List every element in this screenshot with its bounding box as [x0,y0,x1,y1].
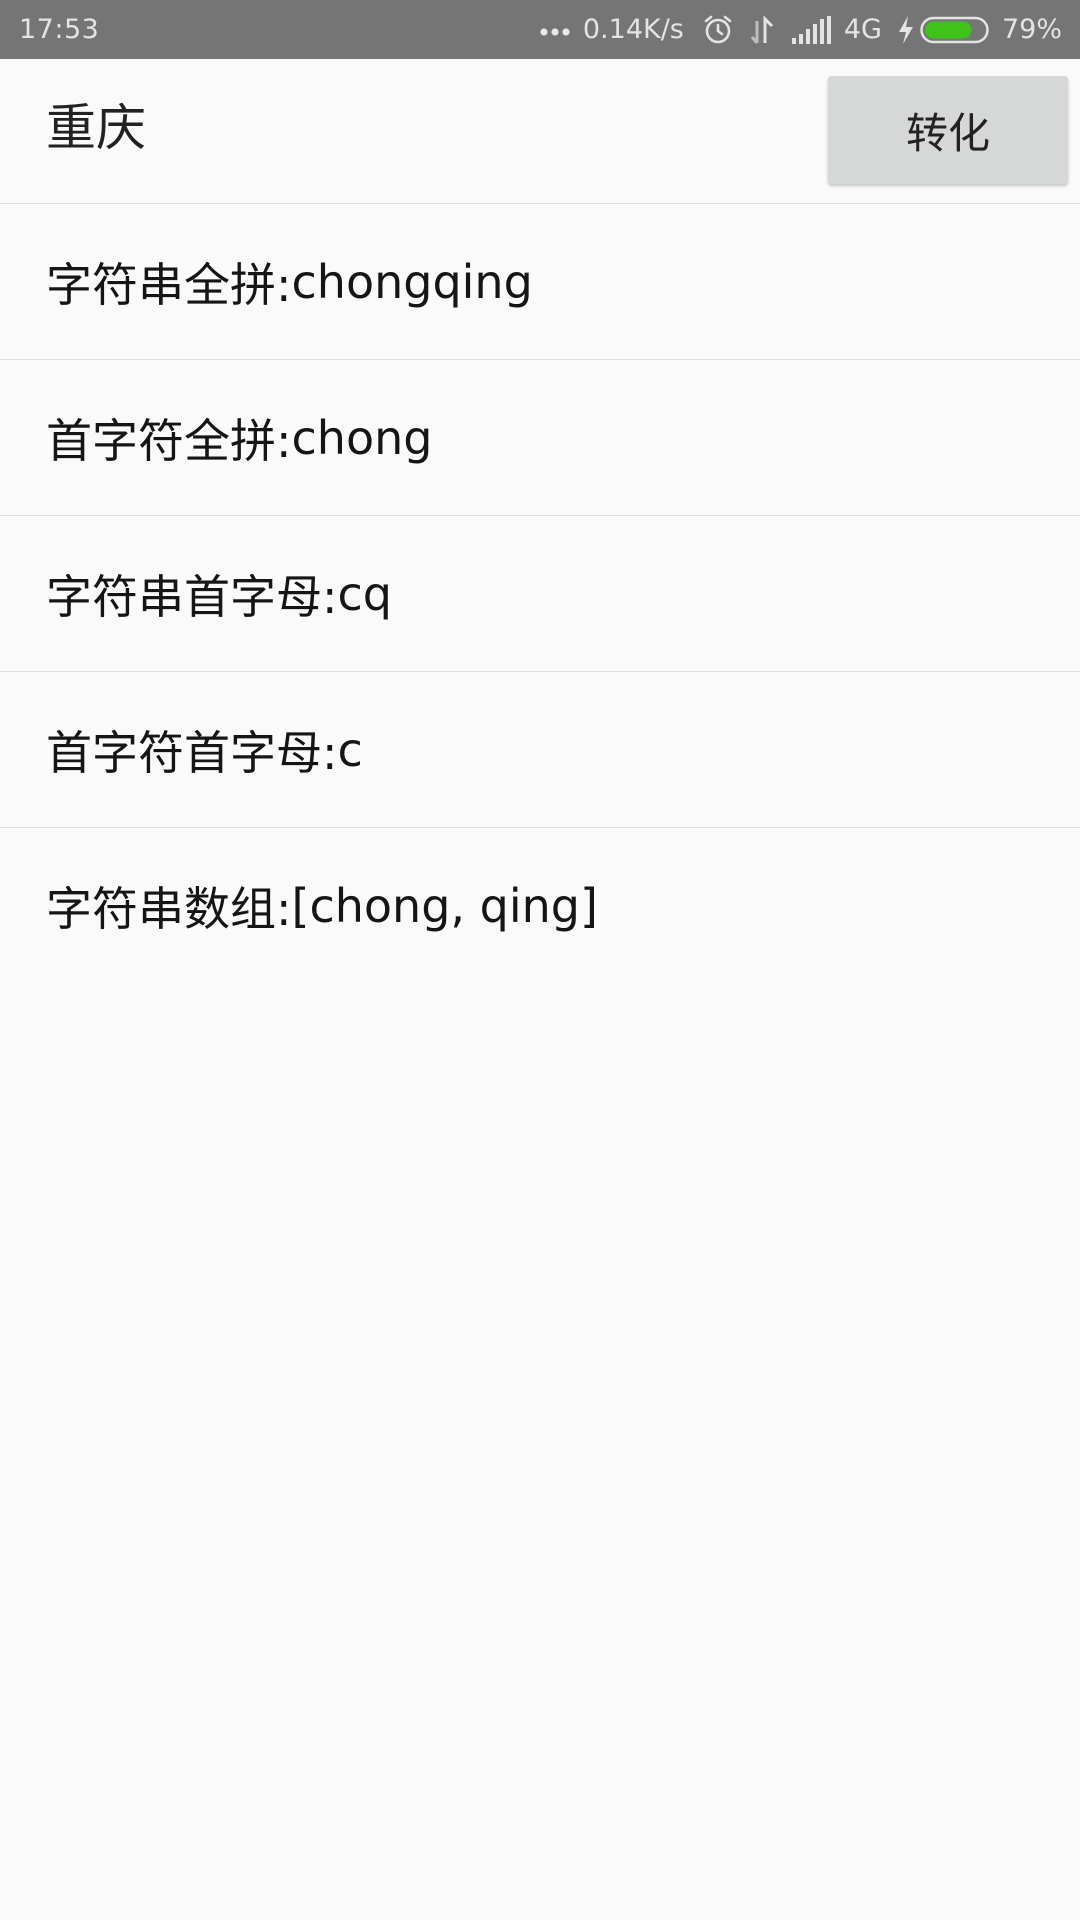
result-initials: 字符串首字母: cq [0,516,1080,672]
city-input[interactable] [46,89,806,159]
signal-icon [791,15,832,44]
app-screen: 17:53 0.14K/s 4G 79% 重庆 转化 字符串全拼: chongq… [0,0,1080,1920]
result-list: 字符串全拼: chongqing 首字符全拼: chong 字符串首字母: cq… [0,204,1080,984]
result-first-char-pinyin: 首字符全拼: chong [0,360,1080,516]
battery-icon [920,15,992,45]
net-speed: 0.14K/s [582,14,684,45]
result-value: cq [337,566,393,621]
result-value: c [337,722,363,777]
result-first-char-initial: 首字符首字母: c [0,672,1080,828]
result-value: chong [291,410,433,465]
status-time: 17:53 [19,14,100,45]
data-arrows-icon [748,14,776,45]
result-label: 字符串数组: [46,882,292,936]
result-full-pinyin: 字符串全拼: chongqing [0,204,1080,360]
result-label: 字符串首字母: [46,569,338,624]
result-label: 字符串全拼: [46,257,292,312]
input-row: 转化 [0,59,1080,204]
alarm-icon [702,14,734,46]
result-label: 首字符全拼: [46,413,292,468]
convert-button[interactable]: 转化 [828,76,1068,184]
network-type: 4G [843,14,882,45]
status-bar: 17:53 0.14K/s 4G 79% [0,0,1080,59]
result-value: chongqing [291,254,533,309]
battery-fill [924,21,972,38]
status-icons: 0.14K/s 4G 79% [539,0,1062,59]
battery-percent: 79% [1001,14,1062,45]
result-value: [chong, qing] [291,879,598,933]
more-dots-icon [539,24,573,36]
result-label: 首字符首字母: [46,725,338,780]
result-array: 字符串数组: [chong, qing] [0,828,1080,984]
charging-icon [896,15,916,45]
